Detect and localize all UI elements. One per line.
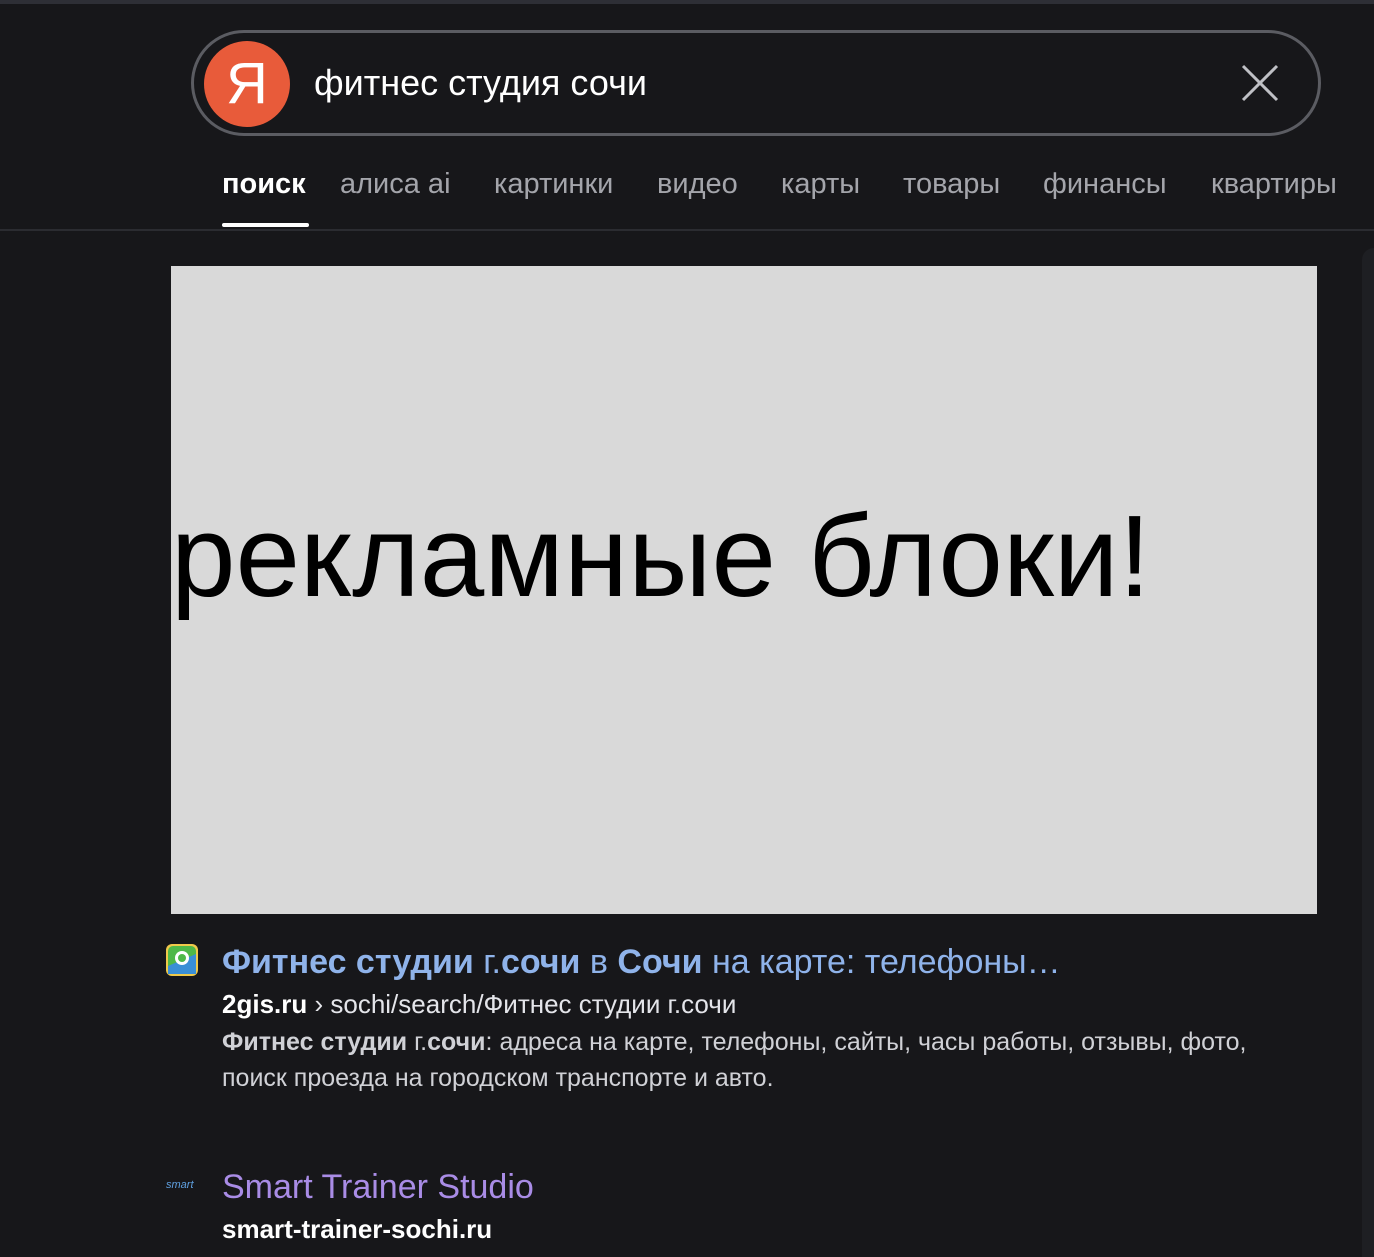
title-highlight: Фитнес студии	[222, 943, 474, 981]
snippet-text: г.	[407, 1028, 428, 1056]
result-title-link[interactable]: Фитнес студии г.сочи в Сочи на карте: те…	[222, 942, 1061, 982]
snippet-highlight: Фитнес студии	[222, 1028, 408, 1056]
result-url[interactable]: 2gis.ru › sochi/search/Фитнес студии г.с…	[222, 988, 736, 1020]
tab-images[interactable]: картинки	[494, 162, 613, 206]
tab-maps[interactable]: карты	[781, 162, 860, 206]
active-tab-indicator	[222, 223, 309, 227]
result-domain[interactable]: smart-trainer-sochi.ru	[222, 1213, 492, 1245]
smart-logo-icon: smart	[166, 1179, 194, 1191]
right-panel-edge	[1362, 248, 1374, 1257]
result-snippet: Фитнес студии г.сочи: адреса на карте, т…	[222, 1024, 1302, 1096]
title-highlight: сочи	[500, 943, 581, 981]
yandex-logo[interactable]: Я	[204, 41, 290, 127]
search-box[interactable]: Я фитнес студия сочи	[191, 30, 1321, 136]
ad-placeholder-text: рекламные блоки!	[171, 491, 1151, 621]
search-results-page: Я фитнес студия сочи поиск алиса ai карт…	[0, 0, 1374, 1257]
close-icon[interactable]	[1238, 61, 1282, 105]
result-path: sochi/search/Фитнес студии г.сочи	[330, 989, 737, 1019]
ad-placeholder: рекламные блоки!	[171, 266, 1317, 914]
tab-alice-ai[interactable]: алиса ai	[340, 162, 451, 206]
tab-finance[interactable]: финансы	[1043, 162, 1167, 206]
url-separator: ›	[307, 989, 331, 1019]
title-text: на карте: телефоны…	[702, 943, 1061, 981]
header: Я фитнес студия сочи поиск алиса ai карт…	[0, 4, 1374, 231]
search-input[interactable]: фитнес студия сочи	[314, 61, 647, 105]
title-text: в	[580, 943, 618, 981]
result-domain: 2gis.ru	[222, 989, 308, 1019]
tab-search[interactable]: поиск	[222, 162, 306, 206]
tab-video[interactable]: видео	[657, 162, 738, 206]
2gis-map-icon	[166, 944, 198, 981]
title-highlight: Сочи	[617, 943, 703, 981]
snippet-highlight: сочи	[427, 1028, 486, 1056]
result-title-link[interactable]: Smart Trainer Studio	[222, 1167, 534, 1207]
tab-apartments[interactable]: квартиры	[1211, 162, 1337, 206]
tab-products[interactable]: товары	[903, 162, 1000, 206]
title-text: г.	[473, 943, 501, 981]
